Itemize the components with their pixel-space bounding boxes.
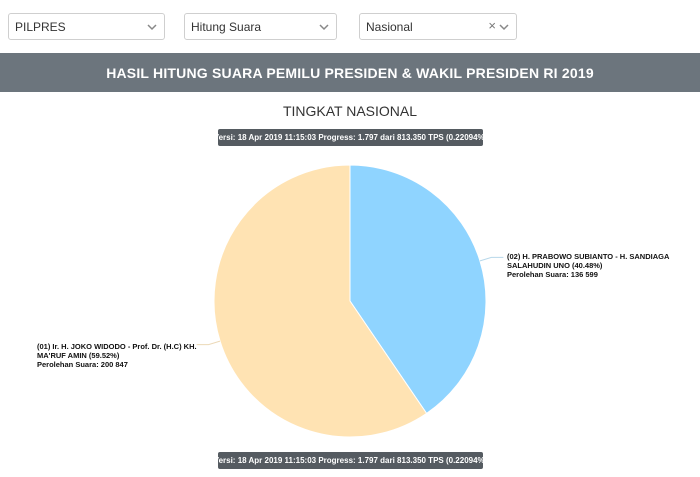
version-badge-bottom: Versi: 18 Apr 2019 11:15:03 Progress: 1.…	[214, 452, 487, 469]
slice-label-prabowo: (02) H. PRABOWO SUBIANTO - H. SANDIAGA S…	[507, 252, 697, 279]
slice-label-votes: Perolehan Suara: 136 599	[507, 270, 598, 279]
slice-label-name: (01) Ir. H. JOKO WIDODO - Prof. Dr. (H.C…	[37, 342, 197, 360]
leader-line-prabowo	[479, 256, 504, 262]
slice-label-jokowi: (01) Ir. H. JOKO WIDODO - Prof. Dr. (H.C…	[37, 342, 207, 369]
slice-label-name: (02) H. PRABOWO SUBIANTO - H. SANDIAGA S…	[507, 252, 670, 270]
pie-chart	[196, 164, 504, 438]
slice-label-votes: Perolehan Suara: 200 847	[37, 360, 128, 369]
